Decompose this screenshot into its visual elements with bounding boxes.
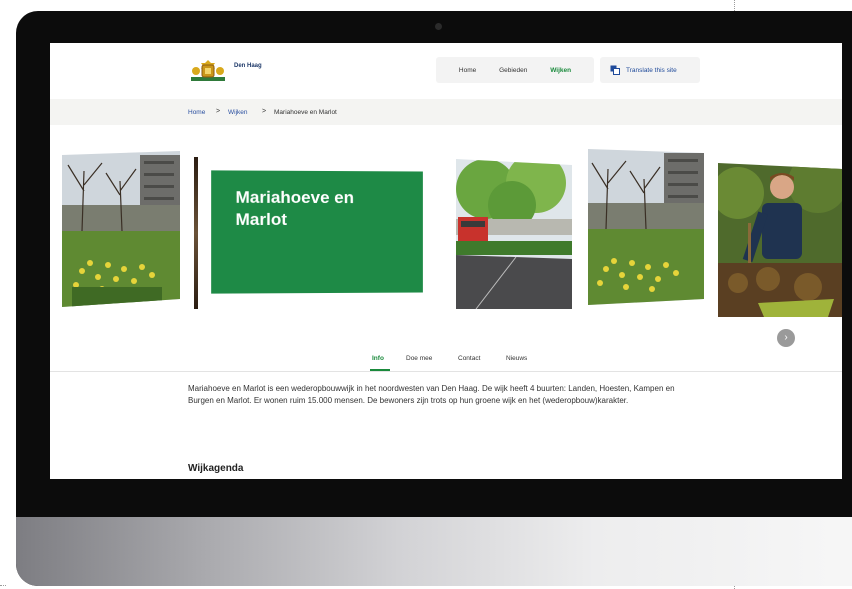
photo-man-gardening[interactable]	[718, 163, 842, 317]
translate-button[interactable]: Translate this site	[600, 57, 700, 83]
guide-line-horizontal	[0, 585, 6, 586]
translate-icon	[610, 65, 620, 75]
agenda-heading: Wijkagenda	[188, 463, 244, 474]
tab-nieuws[interactable]: Nieuws	[506, 355, 527, 362]
site-name[interactable]: Den Haag	[234, 63, 262, 69]
tab-info[interactable]: Info	[372, 355, 384, 362]
hero-title-card: Mariahoeve en Marlot	[211, 170, 423, 294]
nav-item-home[interactable]: Home	[459, 67, 476, 74]
breadcrumb-separator: >	[262, 108, 267, 115]
breadcrumb-home[interactable]: Home	[188, 109, 205, 116]
nav-item-gebieden[interactable]: Gebieden	[499, 67, 527, 74]
breadcrumb-current: Mariahoeve en Marlot	[274, 109, 337, 116]
translate-label: Translate this site	[626, 66, 677, 74]
breadcrumb-separator: >	[216, 108, 221, 115]
photo-apartment-daffodils-2[interactable]	[588, 149, 704, 305]
main-nav: Home Gebieden Wijken	[436, 57, 594, 83]
coat-of-arms-logo[interactable]	[188, 57, 228, 83]
tab-contact[interactable]: Contact	[458, 355, 480, 362]
site-header: Den Haag Home Gebieden Wijken Translate …	[50, 43, 842, 99]
tab-bar: Info Doe mee Contact Nieuws	[50, 345, 842, 372]
monitor: Den Haag Home Gebieden Wijken Translate …	[16, 11, 852, 586]
camera-icon	[435, 23, 442, 30]
monitor-chin	[16, 517, 852, 586]
nav-item-wijken[interactable]: Wijken	[550, 67, 571, 74]
breadcrumb: Home > Wijken > Mariahoeve en Marlot	[50, 99, 842, 125]
intro-paragraph: Mariahoeve en Marlot is een wederopbouww…	[188, 384, 675, 405]
hero-carousel: Mariahoeve en Marlot ›	[50, 125, 842, 347]
screen: Den Haag Home Gebieden Wijken Translate …	[50, 43, 842, 479]
breadcrumb-wijken[interactable]: Wijken	[228, 109, 248, 116]
carousel-edge-strip	[194, 157, 198, 309]
page-title: Mariahoeve en Marlot	[235, 187, 354, 229]
photo-street-tram[interactable]	[456, 159, 572, 309]
tab-doe-mee[interactable]: Doe mee	[406, 355, 432, 362]
tab-active-indicator	[370, 369, 390, 371]
photo-apartment-daffodils[interactable]	[62, 151, 180, 307]
